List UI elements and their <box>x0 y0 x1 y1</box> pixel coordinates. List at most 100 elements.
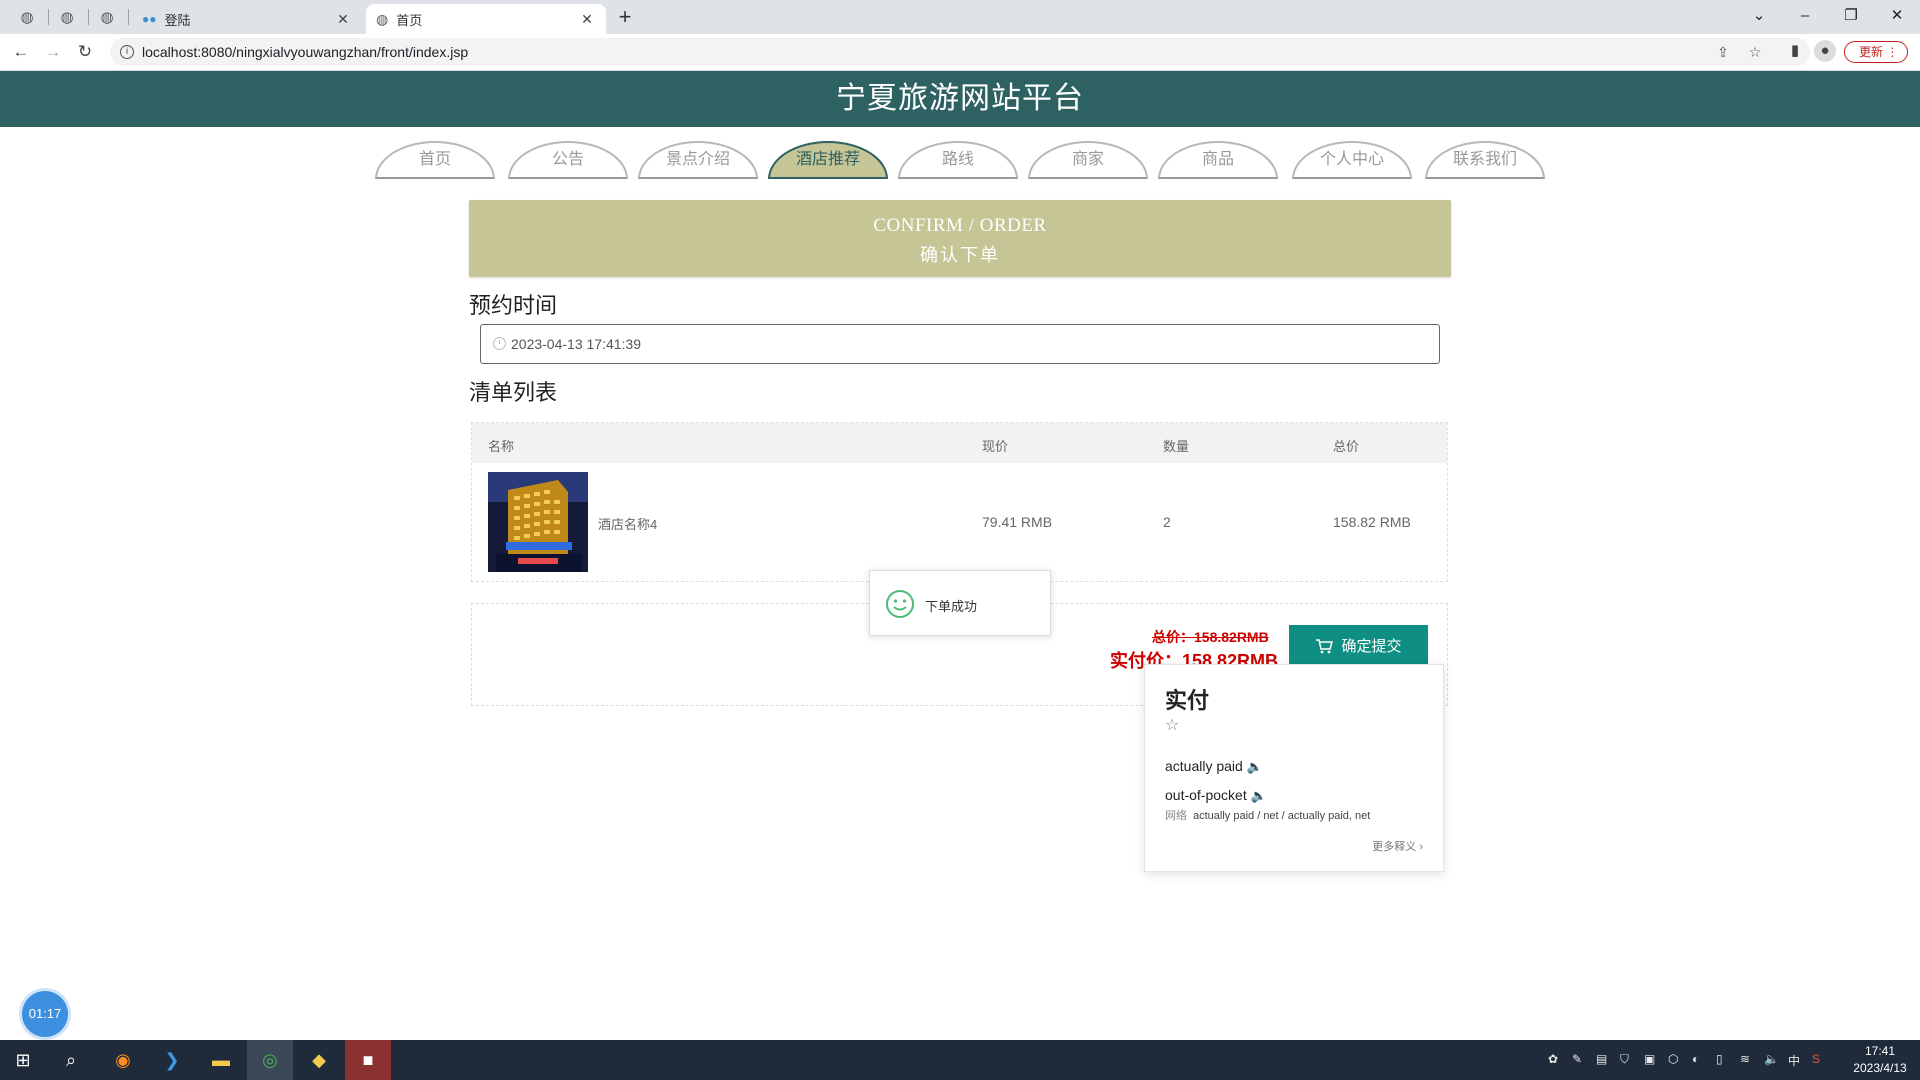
nav-notice[interactable]: 公告 <box>508 141 628 179</box>
bookmark-star-icon[interactable]: ☆ <box>1744 42 1766 62</box>
smile-icon <box>886 590 914 618</box>
windows-start-icon[interactable]: ⊞ <box>0 1040 46 1080</box>
profile-avatar-icon[interactable]: ● <box>1814 40 1836 62</box>
dict-word: 实付 <box>1165 688 1210 713</box>
nav-personal-center[interactable]: 个人中心 <box>1292 141 1412 179</box>
hotel-photo-graphic <box>488 472 588 572</box>
nav-merchants[interactable]: 商家 <box>1028 141 1148 179</box>
intellij-icon[interactable]: ■ <box>345 1040 391 1080</box>
tab-search-chevron-icon[interactable]: ⌄ <box>1736 0 1782 30</box>
order-list-label: 清单列表 <box>469 380 558 405</box>
tray-sogou-icon[interactable]: S <box>1812 1052 1820 1066</box>
close-icon[interactable]: ✕ <box>578 11 596 28</box>
more-label: 更多释义 <box>1372 841 1417 853</box>
nav-hotels[interactable]: 酒店推荐 <box>768 141 888 179</box>
cart-icon <box>1316 638 1334 653</box>
speaker-icon[interactable]: 🔈 <box>1247 759 1263 774</box>
close-icon[interactable]: ✕ <box>334 11 352 28</box>
url-text[interactable]: localhost:8080/ningxialvyouwangzhan/fron… <box>142 44 468 60</box>
update-button[interactable]: 更新 ⋮ <box>1844 41 1908 63</box>
nav-contact[interactable]: 联系我们 <box>1425 141 1545 179</box>
tray-app-icon[interactable]: ⬡ <box>1668 1052 1678 1066</box>
nav-attractions[interactable]: 景点介绍 <box>638 141 758 179</box>
col-name: 名称 <box>488 439 515 454</box>
forward-arrow-icon[interactable]: → <box>40 40 66 64</box>
app-duck-icon[interactable]: ◆ <box>296 1040 342 1080</box>
search-icon[interactable]: ⌕ <box>48 1040 94 1080</box>
tab-separator <box>48 9 49 25</box>
minimize-icon[interactable]: – <box>1782 0 1828 30</box>
tray-app-icon[interactable]: ✿ <box>1548 1052 1558 1066</box>
favorite-star-icon[interactable]: ☆ <box>1165 715 1179 735</box>
banner-title-cn: 确认下单 <box>920 245 1000 265</box>
quantity: 2 <box>1163 514 1171 530</box>
booking-time-input[interactable]: 2023-04-13 17:41:39 <box>480 324 1440 364</box>
recording-timer[interactable]: 01:17 <box>22 991 68 1037</box>
hotel-thumbnail[interactable] <box>488 472 588 572</box>
pinned-tab-globe-icon[interactable]: ◍ <box>12 5 42 29</box>
nav-products[interactable]: 商品 <box>1158 141 1278 179</box>
tray-battery-icon[interactable]: ▯ <box>1716 1052 1723 1066</box>
tray-wifi-icon[interactable]: ≋ <box>1740 1052 1750 1066</box>
banner-title-en: CONFIRM / ORDER <box>873 215 1047 236</box>
web-label: 网络 <box>1165 810 1187 822</box>
side-panel-icon[interactable]: ▮ <box>1784 40 1806 62</box>
reload-icon[interactable]: ↻ <box>72 40 98 64</box>
clock-date: 2023/4/13 <box>1853 1061 1907 1075</box>
site-info-icon[interactable]: i <box>120 45 134 59</box>
pinned-tab-globe-icon[interactable]: ◍ <box>52 5 82 29</box>
chrome-icon[interactable]: ◎ <box>247 1040 293 1080</box>
address-bar[interactable]: i localhost:8080/ningxialvyouwangzhan/fr… <box>110 38 1810 66</box>
windows-taskbar: ⊞ ⌕ ◉ ❯ ▬ ◎ ◆ ■ ✿ ✎ ▤ ⛉ ▣ ⬡ ◐ ▯ ≋ 🔈 中 S … <box>0 1040 1920 1080</box>
definition-text: out-of-pocket <box>1165 787 1247 803</box>
globe-icon: ◍ <box>376 10 389 27</box>
booking-time-label: 预约时间 <box>469 293 558 318</box>
confirm-submit-button[interactable]: 确定提交 <box>1289 625 1428 666</box>
tray-app-icon[interactable]: ▤ <box>1596 1052 1607 1066</box>
nav-home[interactable]: 首页 <box>375 141 495 179</box>
dict-definition: out-of-pocket 🔈 <box>1165 787 1267 804</box>
tab-title: 登陆 <box>164 12 191 28</box>
hotel-name: 酒店名称4 <box>598 517 658 532</box>
dots-favicon-icon: ●● <box>142 12 157 26</box>
new-tab-plus-icon[interactable]: + <box>612 6 638 28</box>
total-price: 总价：158.82RMB <box>1152 629 1269 645</box>
tray-ime[interactable]: 中 <box>1788 1052 1800 1069</box>
browser-tab-strip: ◍ ◍ ◍ ●● 登陆 ✕ ◍ 首页 ✕ + ⌄ – ❐ ✕ <box>0 0 1920 34</box>
restore-icon[interactable]: ❐ <box>1828 0 1874 30</box>
taskbar-clock[interactable]: 17:41 2023/4/13 <box>1840 1043 1920 1077</box>
submit-label: 确定提交 <box>1341 638 1402 655</box>
back-arrow-icon[interactable]: ← <box>8 40 34 64</box>
tray-shield-icon[interactable]: ⛉ <box>1620 1052 1629 1067</box>
tray-app-icon[interactable]: ✎ <box>1572 1052 1582 1066</box>
tab-title: 首页 <box>396 12 423 28</box>
booking-time-value: 2023-04-13 17:41:39 <box>511 336 641 352</box>
firefox-icon[interactable]: ◉ <box>100 1040 146 1080</box>
clock-icon <box>493 337 506 350</box>
site-title: 宁夏旅游网站平台 <box>0 71 1920 127</box>
update-label: 更新 <box>1859 45 1884 59</box>
col-total: 总价 <box>1333 439 1360 454</box>
table-header: 名称 现价 数量 总价 <box>472 423 1447 463</box>
tray-app-icon[interactable]: ◐ <box>1692 1052 1699 1066</box>
nav-routes[interactable]: 路线 <box>898 141 1018 179</box>
vscode-icon[interactable]: ❯ <box>149 1040 195 1080</box>
row-total: 158.82 RMB <box>1333 514 1411 530</box>
window-close-icon[interactable]: ✕ <box>1874 0 1920 30</box>
definition-text: actually paid <box>1165 758 1243 774</box>
more-definitions-link[interactable]: 更多释义 › <box>1372 838 1423 854</box>
clock-time: 17:41 <box>1864 1044 1896 1058</box>
tab-separator <box>88 9 89 25</box>
toast-message: 下单成功 <box>925 599 978 614</box>
success-toast: 下单成功 <box>869 570 1051 636</box>
web-text: actually paid / net / actually paid, net <box>1193 810 1371 822</box>
speaker-icon[interactable]: 🔈 <box>1251 788 1267 803</box>
file-explorer-icon[interactable]: ▬ <box>198 1040 244 1080</box>
pinned-tab-globe-icon[interactable]: ◍ <box>92 5 122 29</box>
tab-home[interactable]: ◍ 首页 ✕ <box>366 4 606 34</box>
tray-volume-icon[interactable]: 🔈 <box>1764 1052 1779 1066</box>
share-icon[interactable]: ⇪ <box>1712 42 1734 62</box>
col-qty: 数量 <box>1163 439 1190 454</box>
tray-app-icon[interactable]: ▣ <box>1644 1052 1655 1066</box>
tab-login[interactable]: ●● 登陆 ✕ <box>132 4 362 34</box>
